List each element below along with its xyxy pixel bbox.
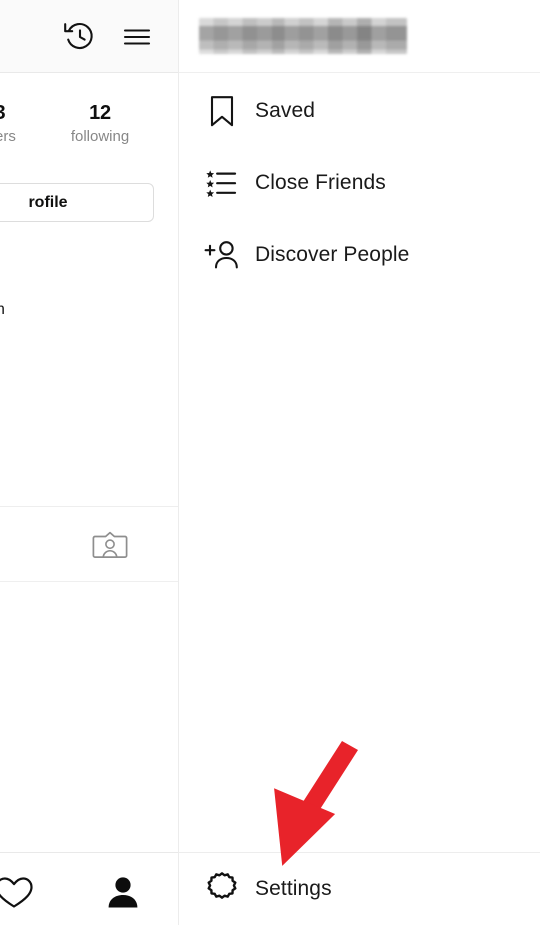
menu-item-discover-people-label: Discover People: [255, 243, 410, 266]
profile-header: [0, 0, 178, 73]
side-menu-panel: Saved Close Friends Discover People Sett…: [178, 0, 540, 925]
menu-item-discover-people[interactable]: Discover People: [179, 219, 540, 291]
history-clock-icon[interactable]: [60, 17, 100, 57]
star-list-icon: [204, 165, 240, 201]
hamburger-menu-icon[interactable]: [117, 17, 157, 57]
menu-item-close-friends-label: Close Friends: [255, 171, 386, 194]
stat-following[interactable]: 12 following: [52, 100, 148, 148]
menu-item-settings-label: Settings: [255, 877, 332, 900]
gear-icon: [203, 870, 241, 908]
edit-profile-button[interactable]: rofile: [0, 183, 154, 222]
username-redacted: [199, 18, 407, 54]
tagged-photos-icon[interactable]: [92, 530, 128, 560]
profile-pane: 3 wers 12 following rofile n: [0, 0, 178, 925]
tabs-divider-bottom: [0, 581, 178, 582]
profile-bio-text: n: [0, 301, 5, 318]
menu-item-saved-label: Saved: [255, 99, 316, 122]
stat-followers[interactable]: 3 wers: [0, 100, 48, 148]
side-menu-header: [179, 0, 540, 73]
edit-profile-label: rofile: [28, 193, 68, 211]
menu-item-saved[interactable]: Saved: [179, 75, 540, 147]
bottom-navigation-bar: [0, 852, 178, 925]
profile-stats: 3 wers 12 following: [0, 100, 178, 172]
nav-profile-person-icon[interactable]: [101, 870, 145, 914]
following-label: following: [70, 128, 130, 145]
menu-item-close-friends[interactable]: Close Friends: [179, 147, 540, 219]
tabs-divider-top: [0, 506, 178, 507]
following-count: 12: [89, 102, 111, 124]
nav-activity-heart-icon[interactable]: [0, 870, 36, 914]
bookmark-icon: [204, 93, 240, 129]
followers-count: 3: [0, 100, 48, 126]
followers-label: wers: [0, 128, 16, 145]
person-add-icon: [204, 237, 240, 273]
app-screen: 3 wers 12 following rofile n: [0, 0, 540, 925]
menu-item-settings[interactable]: Settings: [179, 852, 540, 925]
